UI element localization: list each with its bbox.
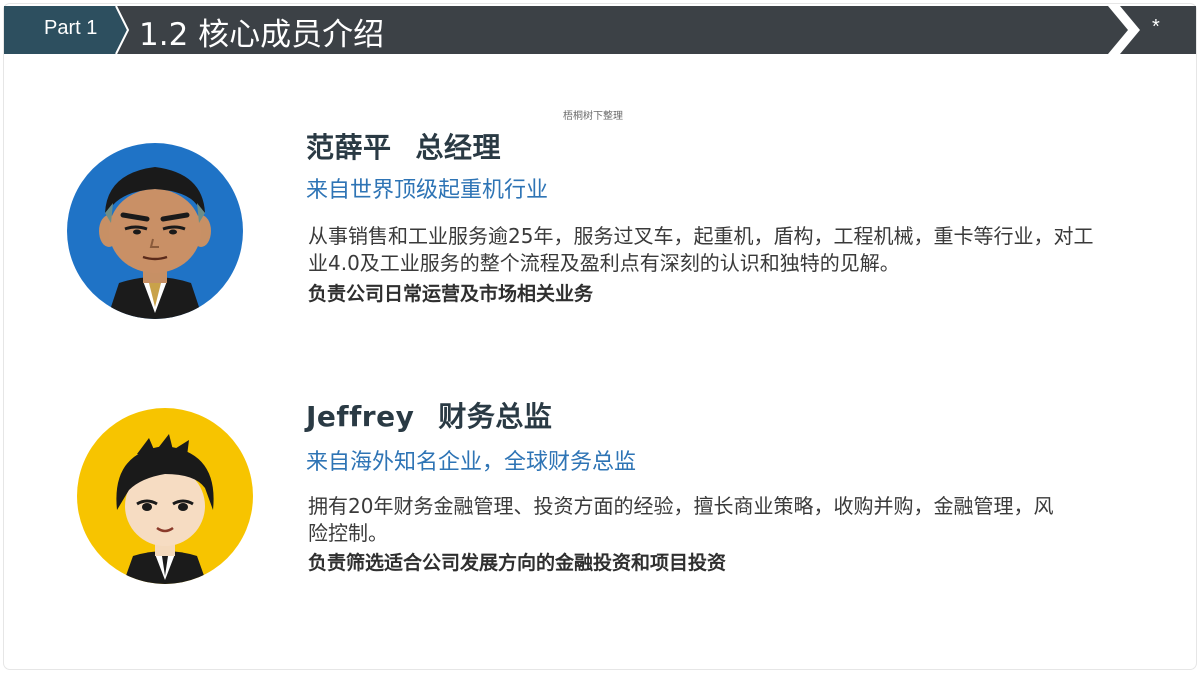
avatar-member-2 (77, 408, 253, 584)
member-1-origin: 来自世界顶级起重机行业 (306, 178, 549, 203)
member-2-role: 财务总监 (438, 400, 553, 433)
avatar-member-1 (67, 143, 243, 319)
member-2-name: Jeffrey (306, 400, 415, 433)
member-2-origin: 来自海外知名企业，全球财务总监 (306, 450, 637, 475)
member-1-heading: 范薛平 总经理 (306, 126, 501, 166)
member-2-heading: Jeffrey 财务总监 (306, 395, 552, 435)
member-2-description: 拥有20年财务金融管理、投资方面的经验，擅长商业策略，收购并购，金融管理，风险控… (308, 494, 1054, 545)
member-1-description: 从事销售和工业服务逾25年，服务过叉车，起重机，盾构，工程机械，重卡等行业，对工… (308, 224, 1094, 275)
member-2-duty: 负责筛选适合公司发展方向的金融投资和项目投资 (308, 552, 727, 574)
corner-mark: * (1152, 16, 1160, 38)
part-label: Part 1 (44, 17, 98, 39)
member-1-role: 总经理 (415, 131, 502, 164)
member-1-duty: 负责公司日常运营及市场相关业务 (308, 283, 594, 305)
slide-title: 1.2 核心成员介绍 (139, 17, 385, 53)
watermark-text: 梧桐树下整理 (563, 111, 623, 122)
member-1-name: 范薛平 (306, 131, 392, 164)
